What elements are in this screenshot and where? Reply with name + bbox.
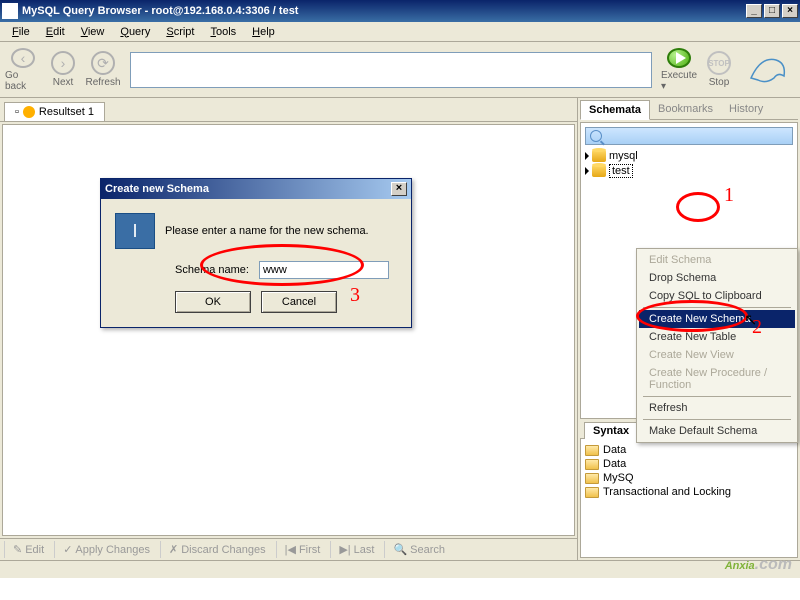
separator: [643, 419, 791, 420]
result-tabbar: ▫ Resultset 1: [0, 98, 577, 122]
syntax-item[interactable]: Transactional and Locking: [585, 485, 793, 499]
tab-bookmarks[interactable]: Bookmarks: [650, 100, 721, 119]
menu-tools[interactable]: Tools: [202, 24, 244, 40]
menu-query[interactable]: Query: [112, 24, 158, 40]
dialog-close-button[interactable]: ×: [391, 182, 407, 196]
folder-icon: [585, 473, 599, 484]
syntax-item[interactable]: Data: [585, 457, 793, 471]
expand-icon: [585, 152, 589, 160]
window-titlebar: MySQL Query Browser - root@192.168.0.4:3…: [0, 0, 800, 22]
database-icon: [592, 165, 606, 177]
menu-bar: File Edit View Query Script Tools Help: [0, 22, 800, 42]
goback-button[interactable]: ‹ Go back: [4, 47, 42, 93]
query-input[interactable]: [130, 52, 652, 88]
forward-arrow-icon: ›: [51, 51, 75, 75]
schema-mysql[interactable]: mysql: [585, 149, 793, 163]
search-button[interactable]: 🔍 Search: [384, 541, 453, 558]
menu-script[interactable]: Script: [158, 24, 202, 40]
database-icon: [592, 150, 606, 162]
status-bar: [0, 560, 800, 578]
folder-icon: [585, 459, 599, 470]
maximize-button[interactable]: □: [764, 4, 780, 18]
ctx-create-table[interactable]: Create New Table: [639, 328, 795, 346]
play-icon: [667, 48, 691, 68]
back-arrow-icon: ‹: [11, 48, 35, 68]
new-tab-icon: ▫: [15, 106, 19, 118]
separator: [643, 396, 791, 397]
folder-icon: [585, 487, 599, 498]
execute-button[interactable]: Execute ▾: [660, 47, 698, 93]
menu-edit[interactable]: Edit: [38, 24, 73, 40]
schema-test[interactable]: test: [585, 163, 793, 179]
ctx-drop-schema[interactable]: Drop Schema: [639, 269, 795, 287]
separator: [643, 307, 791, 308]
right-tabs: Schemata Bookmarks History: [580, 100, 798, 120]
ctx-create-schema[interactable]: Create New Schema: [639, 310, 795, 328]
create-schema-dialog: Create new Schema × I Please enter a nam…: [100, 178, 412, 328]
syntax-tab[interactable]: Syntax: [584, 422, 638, 439]
dialog-prompt: Please enter a name for the new schema.: [165, 225, 369, 237]
app-icon: [2, 3, 18, 19]
ctx-edit-schema[interactable]: Edit Schema: [639, 251, 795, 269]
folder-icon: [585, 445, 599, 456]
tab-history[interactable]: History: [721, 100, 771, 119]
discard-button[interactable]: ✗ Discard Changes: [160, 541, 274, 558]
tab-schemata[interactable]: Schemata: [580, 100, 650, 120]
menu-file[interactable]: File: [4, 24, 38, 40]
next-button[interactable]: › Next: [44, 47, 82, 93]
dialog-titlebar[interactable]: Create new Schema ×: [101, 179, 411, 199]
schema-name-label: Schema name:: [175, 264, 249, 276]
menu-help[interactable]: Help: [244, 24, 283, 40]
resultset-icon: [23, 106, 35, 118]
stop-button[interactable]: STOP Stop: [700, 47, 738, 93]
schema-name-input[interactable]: [259, 261, 389, 279]
schema-context-menu: Edit Schema Drop Schema Copy SQL to Clip…: [636, 248, 798, 443]
refresh-icon: ⟳: [91, 51, 115, 75]
window-title: MySQL Query Browser - root@192.168.0.4:3…: [22, 5, 746, 17]
cancel-button[interactable]: Cancel: [261, 291, 337, 313]
watermark: Anxia.com: [725, 548, 792, 576]
edit-button[interactable]: ✎ Edit: [4, 541, 52, 558]
search-icon: [590, 130, 602, 142]
apply-button[interactable]: ✓ Apply Changes: [54, 541, 158, 558]
ctx-make-default[interactable]: Make Default Schema: [639, 422, 795, 440]
left-pane: ▫ Resultset 1 ✎ Edit ✓ Apply Changes ✗ D…: [0, 98, 578, 560]
close-button[interactable]: ×: [782, 4, 798, 18]
ctx-copy-sql[interactable]: Copy SQL to Clipboard: [639, 287, 795, 305]
schema-dialog-icon: I: [115, 213, 155, 249]
tab-label: Resultset 1: [39, 106, 94, 118]
syntax-box: Data Data MySQ Transactional and Locking: [580, 438, 798, 558]
menu-view[interactable]: View: [73, 24, 113, 40]
ok-button[interactable]: OK: [175, 291, 251, 313]
result-tab[interactable]: ▫ Resultset 1: [4, 102, 105, 121]
expand-icon: [585, 167, 589, 175]
bottom-toolbar: ✎ Edit ✓ Apply Changes ✗ Discard Changes…: [0, 538, 577, 560]
minimize-button[interactable]: _: [746, 4, 762, 18]
stop-icon: STOP: [707, 51, 731, 75]
syntax-item[interactable]: Data: [585, 443, 793, 457]
toolbar: ‹ Go back › Next ⟳ Refresh Execute ▾ STO…: [0, 42, 800, 98]
ctx-create-proc[interactable]: Create New Procedure / Function: [639, 364, 795, 394]
schema-search[interactable]: [585, 127, 793, 145]
syntax-item[interactable]: MySQ: [585, 471, 793, 485]
mysql-logo-icon: [746, 48, 790, 92]
ctx-create-view[interactable]: Create New View: [639, 346, 795, 364]
first-button[interactable]: |◀ First: [276, 541, 329, 558]
ctx-refresh[interactable]: Refresh: [639, 399, 795, 417]
last-button[interactable]: ▶| Last: [330, 541, 382, 558]
refresh-button[interactable]: ⟳ Refresh: [84, 47, 122, 93]
